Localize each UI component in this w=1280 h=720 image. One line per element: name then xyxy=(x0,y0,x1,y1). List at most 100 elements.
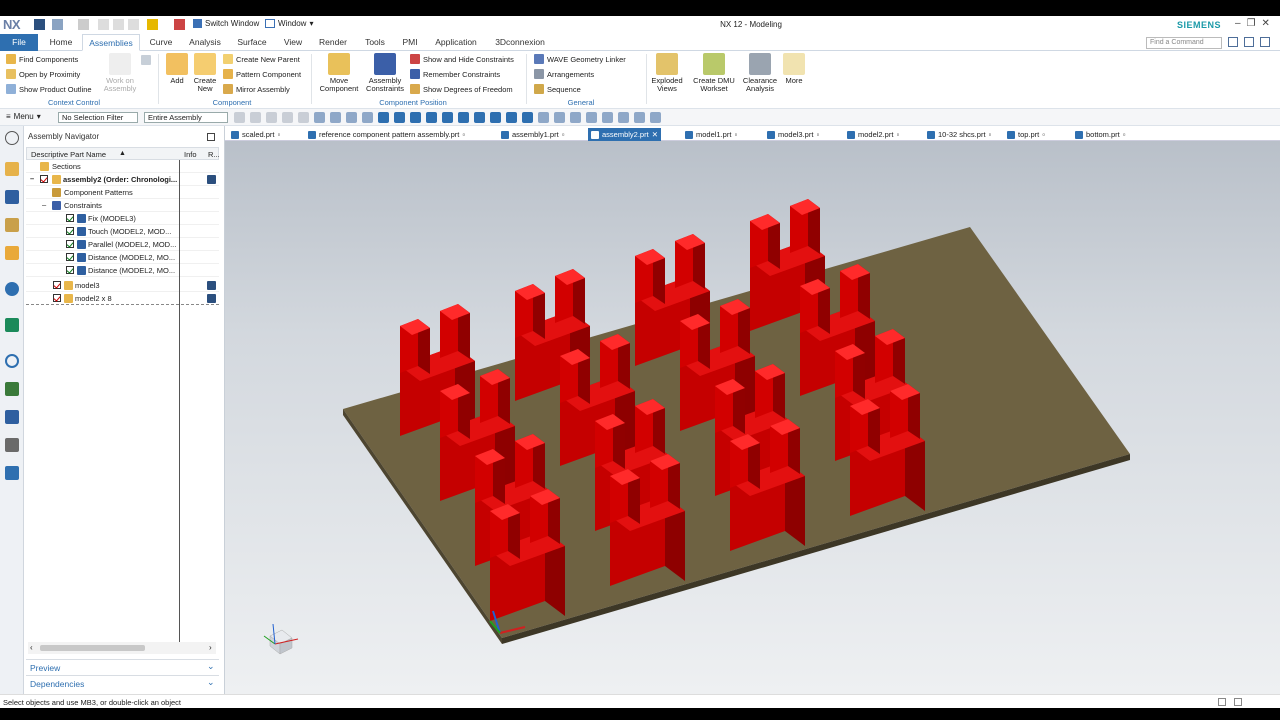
doc-tab[interactable]: model3.prt ▫ xyxy=(767,128,819,141)
tree-row-constraint[interactable]: Distance (MODEL2, MO... xyxy=(26,251,219,264)
chevron-left-icon[interactable]: ‹ xyxy=(30,643,33,652)
constraint-checkbox[interactable] xyxy=(66,253,74,261)
clearance-analysis-button[interactable]: Clearance Analysis xyxy=(740,53,780,93)
point-icon[interactable] xyxy=(378,112,389,123)
close-tab-icon[interactable]: ▫ xyxy=(989,130,992,139)
pattern-component-button[interactable]: Pattern Component xyxy=(223,69,301,79)
constraint-navigator-icon[interactable] xyxy=(5,190,19,204)
tab-file[interactable]: File xyxy=(0,34,38,51)
close-tab-icon[interactable]: ▫ xyxy=(1123,130,1126,139)
doc-tab[interactable]: top.prt ▫ xyxy=(1007,128,1045,141)
tree-row-constraint[interactable]: Parallel (MODEL2, MOD... xyxy=(26,238,219,251)
select-icon[interactable] xyxy=(234,112,245,123)
context-extra-icon[interactable] xyxy=(141,55,151,65)
doc-tab[interactable]: model1.prt ▫ xyxy=(685,128,737,141)
create-new-parent-button[interactable]: Create New Parent xyxy=(223,54,300,64)
close-tab-icon[interactable]: ▫ xyxy=(278,130,281,139)
remember-constraints-button[interactable]: Remember Constraints xyxy=(410,69,500,79)
tab-analysis[interactable]: Analysis xyxy=(184,34,226,51)
work-on-assembly-button[interactable]: Work on Assembly xyxy=(102,53,138,93)
tree-row-constraint[interactable]: Fix (MODEL3) xyxy=(26,212,219,225)
history-icon[interactable] xyxy=(5,354,19,368)
collapse-icon[interactable]: – xyxy=(30,174,34,183)
snap-existing-icon[interactable] xyxy=(506,112,517,123)
column-name[interactable]: Descriptive Part Name xyxy=(31,150,106,159)
tab-application[interactable]: Application xyxy=(430,34,482,51)
create-dmu-workset-button[interactable]: Create DMU Workset xyxy=(692,53,736,93)
status-icon[interactable] xyxy=(1234,698,1242,706)
snap-quadrant-icon[interactable] xyxy=(458,112,469,123)
visibility-checkbox[interactable] xyxy=(53,281,61,289)
hd3d-tools-icon[interactable] xyxy=(5,282,19,296)
selection-scope-dropdown[interactable]: Entire Assembly xyxy=(144,112,228,123)
constraint-checkbox[interactable] xyxy=(66,240,74,248)
chevron-right-icon[interactable]: › xyxy=(209,643,212,652)
menu-button[interactable]: ≡ Menu ▾ xyxy=(6,112,41,121)
tree-row-constraint[interactable]: Distance (MODEL2, MO... xyxy=(26,264,219,277)
close-icon[interactable]: ✕ xyxy=(1262,18,1270,29)
folder-icon[interactable] xyxy=(5,466,19,480)
tree-row-assembly[interactable]: – assembly2 (Order: Chronologi... xyxy=(26,173,219,186)
graphics-window[interactable] xyxy=(225,141,1280,694)
tab-surface[interactable]: Surface xyxy=(232,34,272,51)
selection-filter-dropdown[interactable]: No Selection Filter xyxy=(58,112,138,123)
tab-assemblies[interactable]: Assemblies xyxy=(82,34,140,51)
constraint-checkbox[interactable] xyxy=(66,214,74,222)
visibility-checkbox[interactable] xyxy=(40,175,48,183)
snap-end-icon[interactable] xyxy=(394,112,405,123)
preview-panel[interactable]: Preview ⌄ xyxy=(26,659,219,674)
constraint-checkbox[interactable] xyxy=(66,227,74,235)
find-components-button[interactable]: Find Components xyxy=(6,54,78,64)
snap-mid-icon[interactable] xyxy=(410,112,421,123)
layout-icon[interactable] xyxy=(1244,37,1254,47)
snap-bounded-icon[interactable] xyxy=(522,112,533,123)
constraint-checkbox[interactable] xyxy=(66,266,74,274)
fit-icon[interactable] xyxy=(618,112,629,123)
doc-tab[interactable]: bottom.prt ▫ xyxy=(1075,128,1125,141)
curve-icon[interactable] xyxy=(362,112,373,123)
zoom-icon[interactable] xyxy=(602,112,613,123)
settings-icon[interactable] xyxy=(5,131,19,145)
tree-row-component[interactable]: model2 x 8 xyxy=(26,292,219,305)
tab-curve[interactable]: Curve xyxy=(145,34,177,51)
close-tab-icon[interactable]: ▫ xyxy=(896,130,899,139)
snap-intersect-icon[interactable] xyxy=(474,112,485,123)
rect-select-icon[interactable] xyxy=(298,112,309,123)
status-icon[interactable] xyxy=(1218,698,1226,706)
close-tab-icon[interactable]: ▫ xyxy=(734,130,737,139)
body-icon[interactable] xyxy=(330,112,341,123)
doc-tab[interactable]: model2.prt ▫ xyxy=(847,128,899,141)
tab-3dconnexion[interactable]: 3Dconnexion xyxy=(490,34,550,51)
view-icon[interactable] xyxy=(538,112,549,123)
process-studio-icon[interactable] xyxy=(5,382,19,396)
close-tab-icon[interactable]: ✕ xyxy=(652,130,658,139)
show-hide-constraints-button[interactable]: Show and Hide Constraints xyxy=(410,54,514,64)
create-new-button[interactable]: Create New xyxy=(192,53,218,93)
tree-row-sections[interactable]: Sections xyxy=(26,160,219,173)
snap-arc-icon[interactable] xyxy=(442,112,453,123)
tree-row-component-patterns[interactable]: Component Patterns xyxy=(26,186,219,199)
horizontal-scrollbar[interactable]: ‹ › xyxy=(28,642,216,654)
column-info[interactable]: Info xyxy=(184,150,197,159)
arrangements-button[interactable]: Arrangements xyxy=(534,69,594,79)
collapse-icon[interactable]: – xyxy=(42,200,46,209)
roles-icon[interactable] xyxy=(5,410,19,424)
snap-center-icon[interactable] xyxy=(426,112,437,123)
tree-row-constraint[interactable]: Touch (MODEL2, MOD... xyxy=(26,225,219,238)
scrollbar-thumb[interactable] xyxy=(40,645,145,651)
restore-icon[interactable]: ❐ xyxy=(1247,18,1256,29)
close-tab-icon[interactable]: ▫ xyxy=(1042,130,1045,139)
rotate-icon[interactable] xyxy=(570,112,581,123)
more-button[interactable]: More xyxy=(782,53,806,85)
mirror-assembly-button[interactable]: Mirror Assembly xyxy=(223,84,290,94)
find-command-input[interactable]: Find a Command xyxy=(1146,37,1222,49)
column-r[interactable]: R... xyxy=(208,150,220,159)
lasso-icon[interactable] xyxy=(282,112,293,123)
wave-geometry-linker-button[interactable]: WAVE Geometry Linker xyxy=(534,54,626,64)
system-scenes-icon[interactable] xyxy=(5,438,19,452)
render-style-icon[interactable] xyxy=(634,112,645,123)
exploded-views-button[interactable]: Exploded Views xyxy=(650,53,684,93)
move-component-button[interactable]: Move Component xyxy=(316,53,362,93)
maximize-icon[interactable] xyxy=(207,133,215,141)
pan-icon[interactable] xyxy=(586,112,597,123)
